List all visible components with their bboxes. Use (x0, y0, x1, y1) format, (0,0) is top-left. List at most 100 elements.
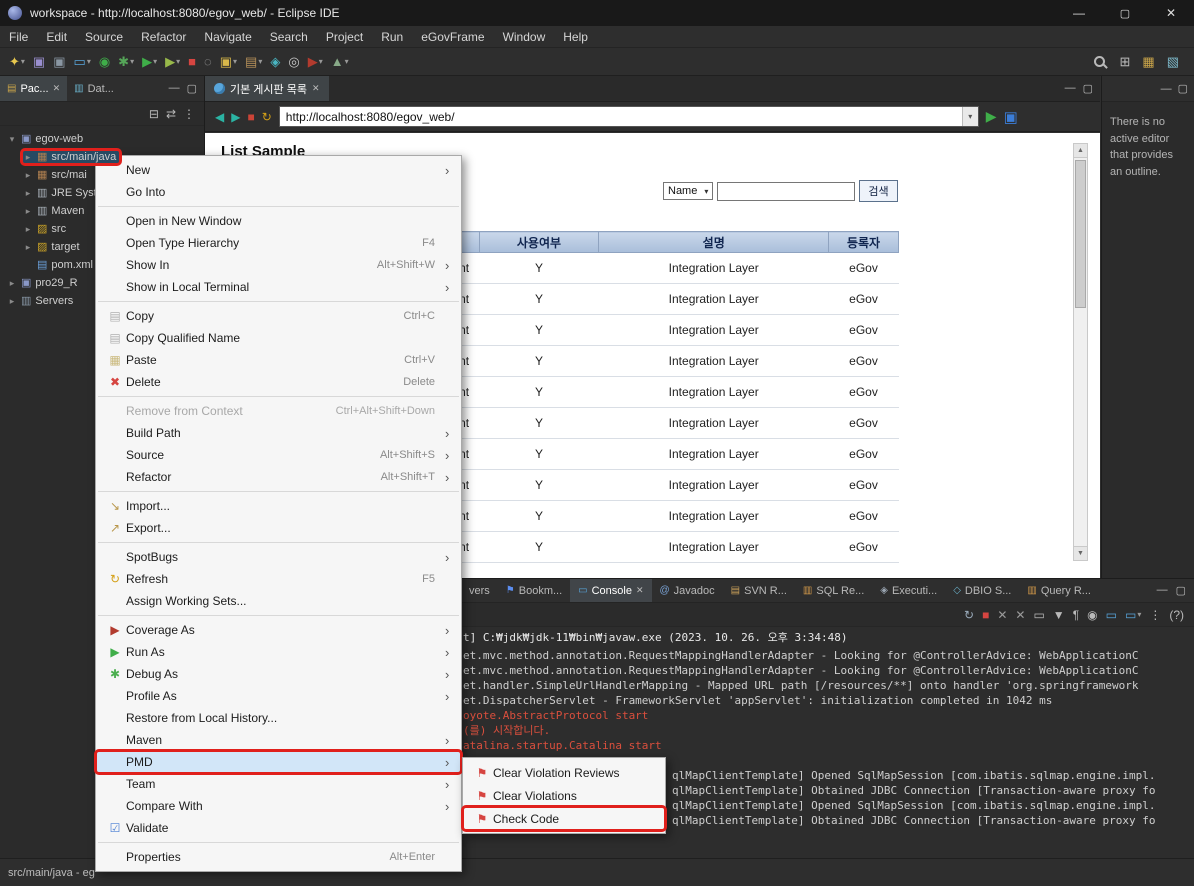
search-field-select[interactable]: Name (663, 182, 714, 200)
context-menu-item[interactable]: Assign Working Sets... (96, 590, 461, 612)
scroll-down-icon[interactable] (1074, 546, 1087, 560)
context-menu-item[interactable]: Maven (96, 729, 461, 751)
search-input[interactable] (717, 181, 856, 201)
refresh-icon[interactable]: ↻ (262, 111, 272, 123)
search-button[interactable]: 검색 (859, 180, 898, 202)
panel-tab[interactable]: ▤ Pac... (0, 76, 68, 101)
context-menu-item[interactable]: Refactor Alt+Shift+T (96, 466, 461, 488)
relaunch-icon[interactable]: ↻ ▾ (964, 609, 974, 621)
scroll-up-icon[interactable] (1074, 144, 1087, 158)
tree-expand-icon[interactable]: ▸ (7, 296, 17, 307)
menubar-item[interactable]: Source (76, 26, 132, 47)
minimize-view-icon[interactable] (1161, 83, 1172, 95)
tree-expand-icon[interactable]: ▸ (23, 188, 33, 199)
context-menu-item[interactable]: Restore from Local History... (96, 707, 461, 729)
context-menu-item[interactable]: PMD (94, 749, 463, 775)
coverage-icon[interactable]: ▶ ▾ (305, 53, 326, 70)
context-menu-item[interactable]: New (96, 159, 461, 181)
context-menu-item[interactable]: ▦ Paste Ctrl+V (96, 349, 461, 371)
context-menu-item[interactable]: Show In Alt+Shift+W (96, 254, 461, 276)
menubar-item[interactable]: Edit (37, 26, 76, 47)
open-console-icon[interactable]: ▭ ▾ (1125, 609, 1141, 621)
submenu-item[interactable]: ⚑ Check Code (461, 805, 667, 832)
context-menu-item[interactable]: ✱ Debug As (96, 663, 461, 685)
minimize-view-icon[interactable] (1065, 82, 1076, 95)
word-wrap-icon[interactable]: ¶ ▾ (1073, 609, 1079, 621)
open-perspective-icon[interactable]: ⊞ (1117, 53, 1134, 70)
context-menu-item[interactable]: ▶ Run As (96, 641, 461, 663)
panel-tab[interactable]: ▥ Query R... (1019, 579, 1099, 602)
context-menu-item[interactable]: Properties Alt+Enter (96, 846, 461, 868)
tab-close-icon[interactable] (312, 83, 320, 94)
panel-tab[interactable]: ▤ SVN R... (723, 579, 795, 602)
skip-breakpoints-icon[interactable]: ◌ ▾ (201, 53, 215, 70)
quick-search-icon[interactable] (1093, 56, 1105, 67)
help-icon[interactable]: (?) ▾ (1169, 609, 1184, 621)
tree-expand-icon[interactable]: ▸ (23, 224, 33, 235)
clear-console-icon[interactable]: ▭ ▾ (1033, 609, 1044, 621)
maximize-button[interactable] (1102, 0, 1148, 26)
context-menu-item[interactable]: Remove from Context Ctrl+Alt+Shift+Down (96, 400, 461, 422)
tree-expand-icon[interactable]: ▾ (7, 134, 17, 145)
submenu-item[interactable]: ⚑ Clear Violations (463, 784, 665, 807)
stop-icon[interactable]: ■ ▾ (185, 53, 199, 70)
tree-expand-icon[interactable]: ▸ (23, 206, 33, 217)
link-with-editor-icon[interactable]: ⇄ (166, 107, 176, 121)
display-console-icon[interactable]: ▭ ▾ (1106, 609, 1117, 621)
scrollbar-thumb[interactable] (1075, 160, 1086, 308)
tree-expand-icon[interactable]: ▸ (23, 152, 33, 163)
context-menu-item[interactable]: Source Alt+Shift+S (96, 444, 461, 466)
external-tools-icon[interactable]: ▲ ▾ (328, 53, 352, 70)
maximize-view-icon[interactable] (1083, 82, 1093, 95)
save-icon[interactable]: ▣ ▾ (30, 53, 48, 70)
tree-row[interactable]: ▾ ▣ egov-web (0, 130, 204, 148)
context-menu-item[interactable]: ☑ Validate (96, 817, 461, 839)
context-menu-item[interactable]: Open in New Window (96, 210, 461, 232)
context-menu-item[interactable]: Go Into (96, 181, 461, 203)
perspective-javaee-icon[interactable]: ▦ (1139, 53, 1157, 70)
context-menu-item[interactable]: ✖ Delete Delete (96, 371, 461, 393)
menubar-item[interactable]: Help (554, 26, 597, 47)
menubar-item[interactable]: Refactor (132, 26, 195, 47)
context-menu-item[interactable]: Compare With (96, 795, 461, 817)
forward-icon[interactable]: ▶ (231, 111, 240, 123)
context-menu-item[interactable]: ▤ Copy Qualified Name (96, 327, 461, 349)
maximize-view-icon[interactable] (1176, 584, 1186, 597)
new-wizard-icon[interactable]: ✦ ▾ (6, 53, 28, 70)
save-all-icon[interactable]: ▣ ▾ (50, 53, 68, 70)
submenu-item[interactable]: ⚑ Clear Violation Reviews (463, 761, 665, 784)
maximize-view-icon[interactable] (187, 82, 197, 95)
menubar-item[interactable]: Window (494, 26, 555, 47)
search-dialog-icon[interactable]: ◎ ▾ (285, 53, 302, 70)
panel-tab[interactable]: @ Javadoc (652, 579, 723, 602)
minimize-view-icon[interactable] (169, 82, 180, 95)
menubar-item[interactable]: Navigate (195, 26, 260, 47)
context-menu-item[interactable]: Profile As (96, 685, 461, 707)
perspective-resource-icon[interactable]: ▧ (1164, 53, 1182, 70)
run-icon[interactable]: ▶ ▾ (139, 53, 160, 70)
panel-tab[interactable]: ◈ Executi... (872, 579, 945, 602)
start-server-icon[interactable]: ◉ ▾ (96, 53, 113, 70)
context-menu-item[interactable]: Open Type Hierarchy F4 (96, 232, 461, 254)
go-button[interactable]: ▶ (986, 108, 997, 125)
tab-close-icon[interactable] (53, 83, 61, 94)
menubar-item[interactable]: Search (261, 26, 317, 47)
menubar-item[interactable]: Run (372, 26, 412, 47)
remove-launch-icon[interactable]: ✕ ▾ (997, 609, 1007, 621)
open-type-icon[interactable]: ◈ ▾ (267, 53, 283, 70)
context-menu-item[interactable]: Build Path (96, 422, 461, 444)
context-menu-item[interactable]: SpotBugs (96, 546, 461, 568)
tree-expand-icon[interactable]: ▸ (23, 242, 33, 253)
url-input[interactable] (279, 107, 962, 126)
context-menu-item[interactable]: ▶ Coverage As (96, 619, 461, 641)
external-browser-icon[interactable]: ▣ (1004, 108, 1018, 126)
remove-all-launches-icon[interactable]: ✕ ▾ (1015, 609, 1025, 621)
context-menu-item[interactable]: Team (96, 773, 461, 795)
menubar-item[interactable]: Project (317, 26, 372, 47)
editor-tab[interactable]: 기본 게시판 목록 (205, 76, 329, 101)
maximize-view-icon[interactable] (1178, 82, 1188, 95)
new-package-icon[interactable]: ▤ ▾ (242, 53, 265, 70)
minimize-button[interactable] (1056, 0, 1102, 26)
menubar-item[interactable]: File (0, 26, 37, 47)
back-icon[interactable]: ◀ (215, 111, 224, 123)
